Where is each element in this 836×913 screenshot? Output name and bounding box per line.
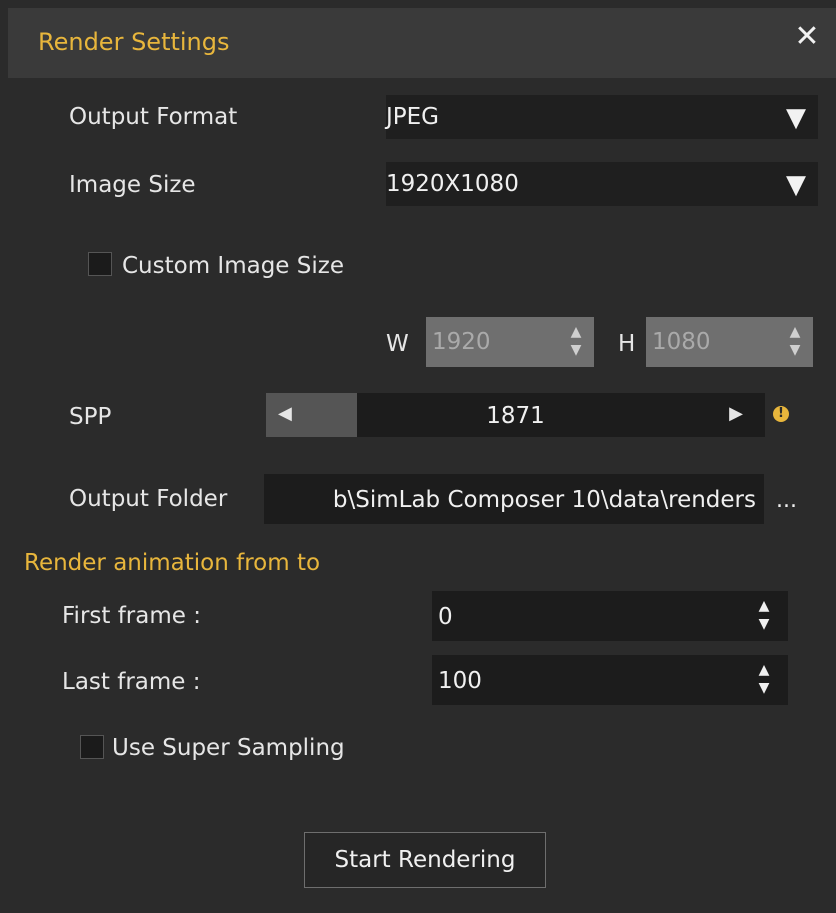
spinner-arrows-icon[interactable]: ▲ ▼ [568, 323, 584, 359]
output-format-select[interactable]: JPEG ▼ [386, 95, 818, 139]
arrow-right-icon[interactable]: ▶ [729, 403, 743, 424]
width-input[interactable]: 1920 ▲ ▼ [426, 317, 594, 367]
spinner-arrows-icon[interactable]: ▲ ▼ [787, 323, 803, 359]
output-folder-value: b\SimLab Composer 10\data\renders [332, 487, 756, 513]
title-bar: Render Settings ✕ [8, 8, 836, 78]
last-frame-value: 100 [438, 668, 482, 694]
last-frame-input[interactable]: 100 ▲ ▼ [432, 655, 788, 705]
animation-section-title: Render animation from to [24, 550, 321, 576]
height-label: H [618, 331, 636, 357]
width-value: 1920 [432, 329, 491, 355]
close-icon[interactable]: ✕ [790, 20, 824, 54]
output-format-value: JPEG [386, 104, 440, 130]
image-size-label: Image Size [69, 172, 196, 198]
custom-image-size-checkbox[interactable] [88, 252, 112, 276]
spp-value: 1871 [486, 403, 545, 429]
window-title: Render Settings [38, 28, 230, 56]
spinner-arrows-icon[interactable]: ▲ ▼ [756, 661, 772, 697]
chevron-down-icon: ▼ [786, 103, 806, 133]
start-rendering-button[interactable]: Start Rendering [304, 832, 546, 888]
output-folder-input[interactable]: b\SimLab Composer 10\data\renders [264, 474, 764, 524]
chevron-down-icon: ▼ [786, 170, 806, 200]
first-frame-label: First frame : [62, 603, 201, 629]
browse-button[interactable]: ... [776, 488, 797, 513]
spinner-arrows-icon[interactable]: ▲ ▼ [756, 597, 772, 633]
width-label: W [386, 331, 409, 357]
output-folder-label: Output Folder [69, 486, 228, 512]
image-size-value: 1920X1080 [386, 171, 519, 197]
height-input[interactable]: 1080 ▲ ▼ [646, 317, 813, 367]
info-icon[interactable]: ! [773, 406, 789, 422]
spp-label: SPP [69, 404, 112, 430]
super-sampling-label: Use Super Sampling [112, 735, 345, 761]
spp-slider[interactable]: ◀ 1871 ▶ [266, 393, 765, 437]
image-size-select[interactable]: 1920X1080 ▼ [386, 162, 818, 206]
last-frame-label: Last frame : [62, 669, 201, 695]
height-value: 1080 [652, 329, 711, 355]
first-frame-input[interactable]: 0 ▲ ▼ [432, 591, 788, 641]
custom-image-size-label: Custom Image Size [122, 253, 344, 279]
first-frame-value: 0 [438, 604, 453, 630]
output-format-label: Output Format [69, 104, 238, 130]
super-sampling-checkbox[interactable] [80, 735, 104, 759]
